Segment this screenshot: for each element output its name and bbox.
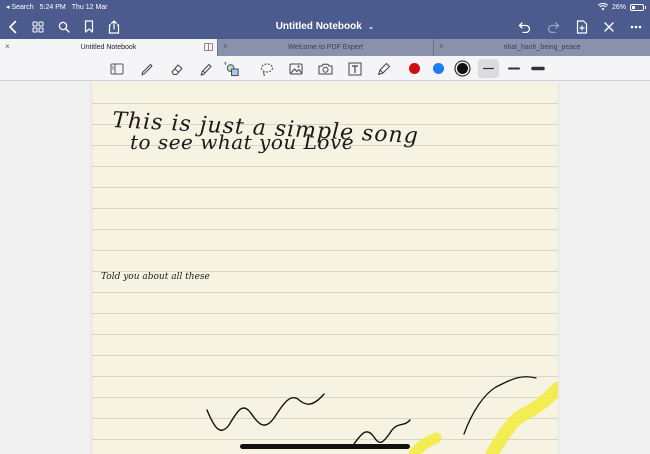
- tab-label: Untitled Notebook: [80, 44, 137, 51]
- tab-bar: × Untitled Notebook × Welcome to PDF Exp…: [0, 39, 650, 56]
- undo-icon[interactable]: [518, 21, 531, 33]
- tab-nhat-hanh-being-peace[interactable]: × nhat_hanh_being_peace: [434, 39, 650, 56]
- color-red-swatch[interactable]: [409, 63, 420, 74]
- nav-bar: Untitled Notebook ⌄: [0, 14, 650, 39]
- camera-icon[interactable]: [317, 60, 334, 77]
- split-view-icon[interactable]: [204, 43, 213, 51]
- title-chevron-icon[interactable]: ⌄: [368, 22, 375, 31]
- tab-untitled-notebook[interactable]: × Untitled Notebook: [0, 39, 218, 56]
- battery-icon: [630, 3, 646, 11]
- handwriting-line: Told you about all these: [101, 272, 210, 282]
- text-box-icon[interactable]: [346, 60, 363, 77]
- freehand-squiggle: [206, 393, 325, 431]
- status-date: Thu 12 Mar: [71, 3, 108, 11]
- tab-label: Welcome to PDF Expert: [288, 44, 363, 51]
- handwriting-layer: This is just a simple song to see what y…: [101, 108, 558, 454]
- highlighter-icon[interactable]: [197, 60, 214, 77]
- add-page-icon[interactable]: [576, 19, 588, 34]
- thickness-thin-selected[interactable]: [478, 59, 499, 78]
- page-layout-icon[interactable]: [108, 60, 125, 77]
- notebook-title[interactable]: Untitled Notebook: [276, 21, 362, 32]
- tab-welcome-to-pdf-expert[interactable]: × Welcome to PDF Expert: [218, 39, 434, 56]
- highlighter-stroke: [408, 432, 442, 454]
- shapes-icon[interactable]: [224, 60, 241, 77]
- status-time: 5:24 PM: [39, 3, 66, 11]
- more-icon[interactable]: [630, 25, 642, 29]
- annotation-toolbar: [0, 56, 650, 81]
- home-indicator[interactable]: [240, 444, 410, 449]
- share-icon[interactable]: [108, 19, 120, 34]
- notebook-page[interactable]: This is just a simple song to see what y…: [92, 82, 558, 454]
- back-chevron-icon[interactable]: [8, 20, 18, 34]
- handwriting-line: to see what you Love: [130, 130, 354, 154]
- document-canvas[interactable]: This is just a simple song to see what y…: [0, 82, 650, 454]
- close-icon[interactable]: [604, 21, 614, 32]
- status-bar: ◂ Search 5:24 PM Thu 12 Mar 26%: [0, 0, 650, 14]
- freehand-squiggle: [351, 419, 411, 448]
- tab-label: nhat_hanh_being_peace: [503, 44, 581, 51]
- pen-icon[interactable]: [138, 60, 155, 77]
- thickness-medium[interactable]: [505, 60, 523, 77]
- back-to-search-link[interactable]: ◂ Search: [6, 3, 34, 11]
- tab-close-icon[interactable]: ×: [5, 42, 10, 51]
- image-icon[interactable]: [287, 60, 304, 77]
- stamp-icon[interactable]: [375, 60, 392, 77]
- thickness-thick[interactable]: [529, 60, 547, 77]
- color-blue-swatch[interactable]: [433, 63, 444, 74]
- bookmark-icon[interactable]: [84, 20, 94, 33]
- highlighter-stroke: [485, 381, 558, 454]
- tab-close-icon[interactable]: ×: [439, 42, 444, 51]
- color-black-swatch-selected[interactable]: [457, 63, 468, 74]
- battery-percent: 26%: [611, 3, 626, 11]
- tab-close-icon[interactable]: ×: [223, 42, 228, 51]
- redo-icon[interactable]: [547, 21, 560, 33]
- eraser-icon[interactable]: [168, 60, 185, 77]
- ipad-screen: ◂ Search 5:24 PM Thu 12 Mar 26% Untitled…: [0, 0, 650, 454]
- wifi-icon: [597, 3, 608, 11]
- grid-icon[interactable]: [32, 21, 44, 33]
- search-icon[interactable]: [58, 21, 70, 33]
- freehand-squiggle: [463, 376, 537, 435]
- lasso-icon[interactable]: [258, 60, 275, 77]
